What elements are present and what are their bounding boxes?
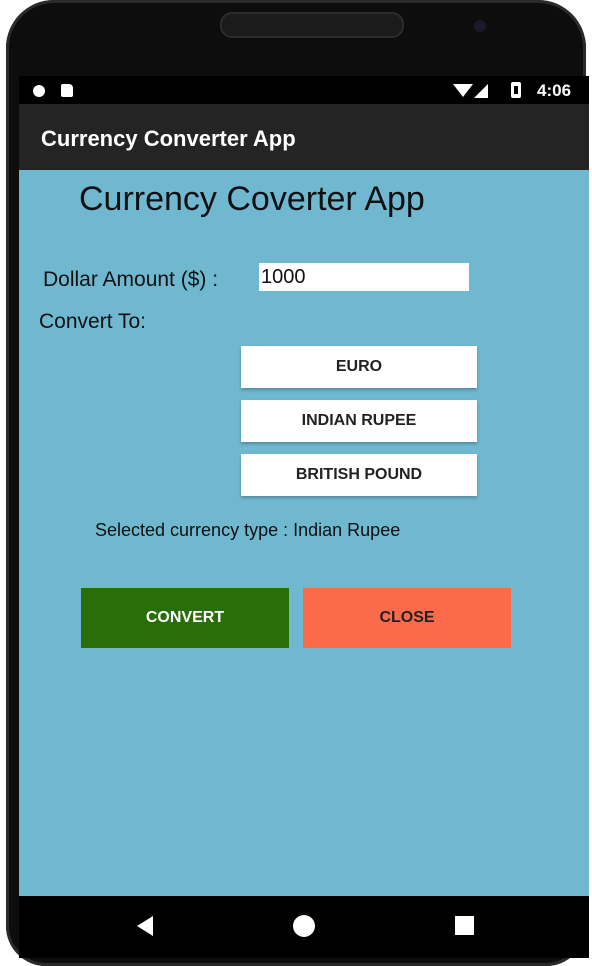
convert-button[interactable]: CONVERT (81, 588, 289, 648)
selected-currency-value: Indian Rupee (293, 520, 401, 540)
record-dot-icon (33, 85, 45, 97)
status-bar: 4:06 (19, 76, 589, 104)
battery-icon (511, 82, 521, 98)
status-time: 4:06 (537, 81, 572, 100)
back-icon[interactable] (137, 916, 153, 936)
close-button[interactable]: CLOSE (303, 588, 511, 648)
speaker-grille (220, 12, 404, 38)
indian-rupee-button[interactable]: INDIAN RUPEE (241, 400, 477, 442)
selected-currency-text: Selected currency type : Indian Rupee (95, 520, 400, 541)
home-icon[interactable] (293, 915, 315, 937)
app-bar-title: Currency Converter App (41, 126, 296, 151)
signal-icon (474, 84, 488, 98)
navigation-bar (19, 896, 589, 958)
british-pound-button[interactable]: BRITISH POUND (241, 454, 477, 496)
front-camera (474, 20, 486, 32)
wifi-icon (453, 84, 473, 97)
app-bar: Currency Converter App (19, 104, 589, 170)
selected-currency-label: Selected currency type : (95, 520, 289, 540)
screen: 4:06 Currency Converter App Currency Cov… (19, 76, 589, 896)
page-title: Currency Coverter App (79, 180, 425, 218)
recent-apps-icon[interactable] (455, 916, 474, 935)
euro-button[interactable]: EURO (241, 346, 477, 388)
dollar-amount-label: Dollar Amount ($) : (43, 268, 219, 291)
convert-to-label: Convert To: (39, 310, 146, 333)
dollar-amount-input[interactable] (259, 263, 469, 291)
sd-card-icon (61, 84, 73, 97)
